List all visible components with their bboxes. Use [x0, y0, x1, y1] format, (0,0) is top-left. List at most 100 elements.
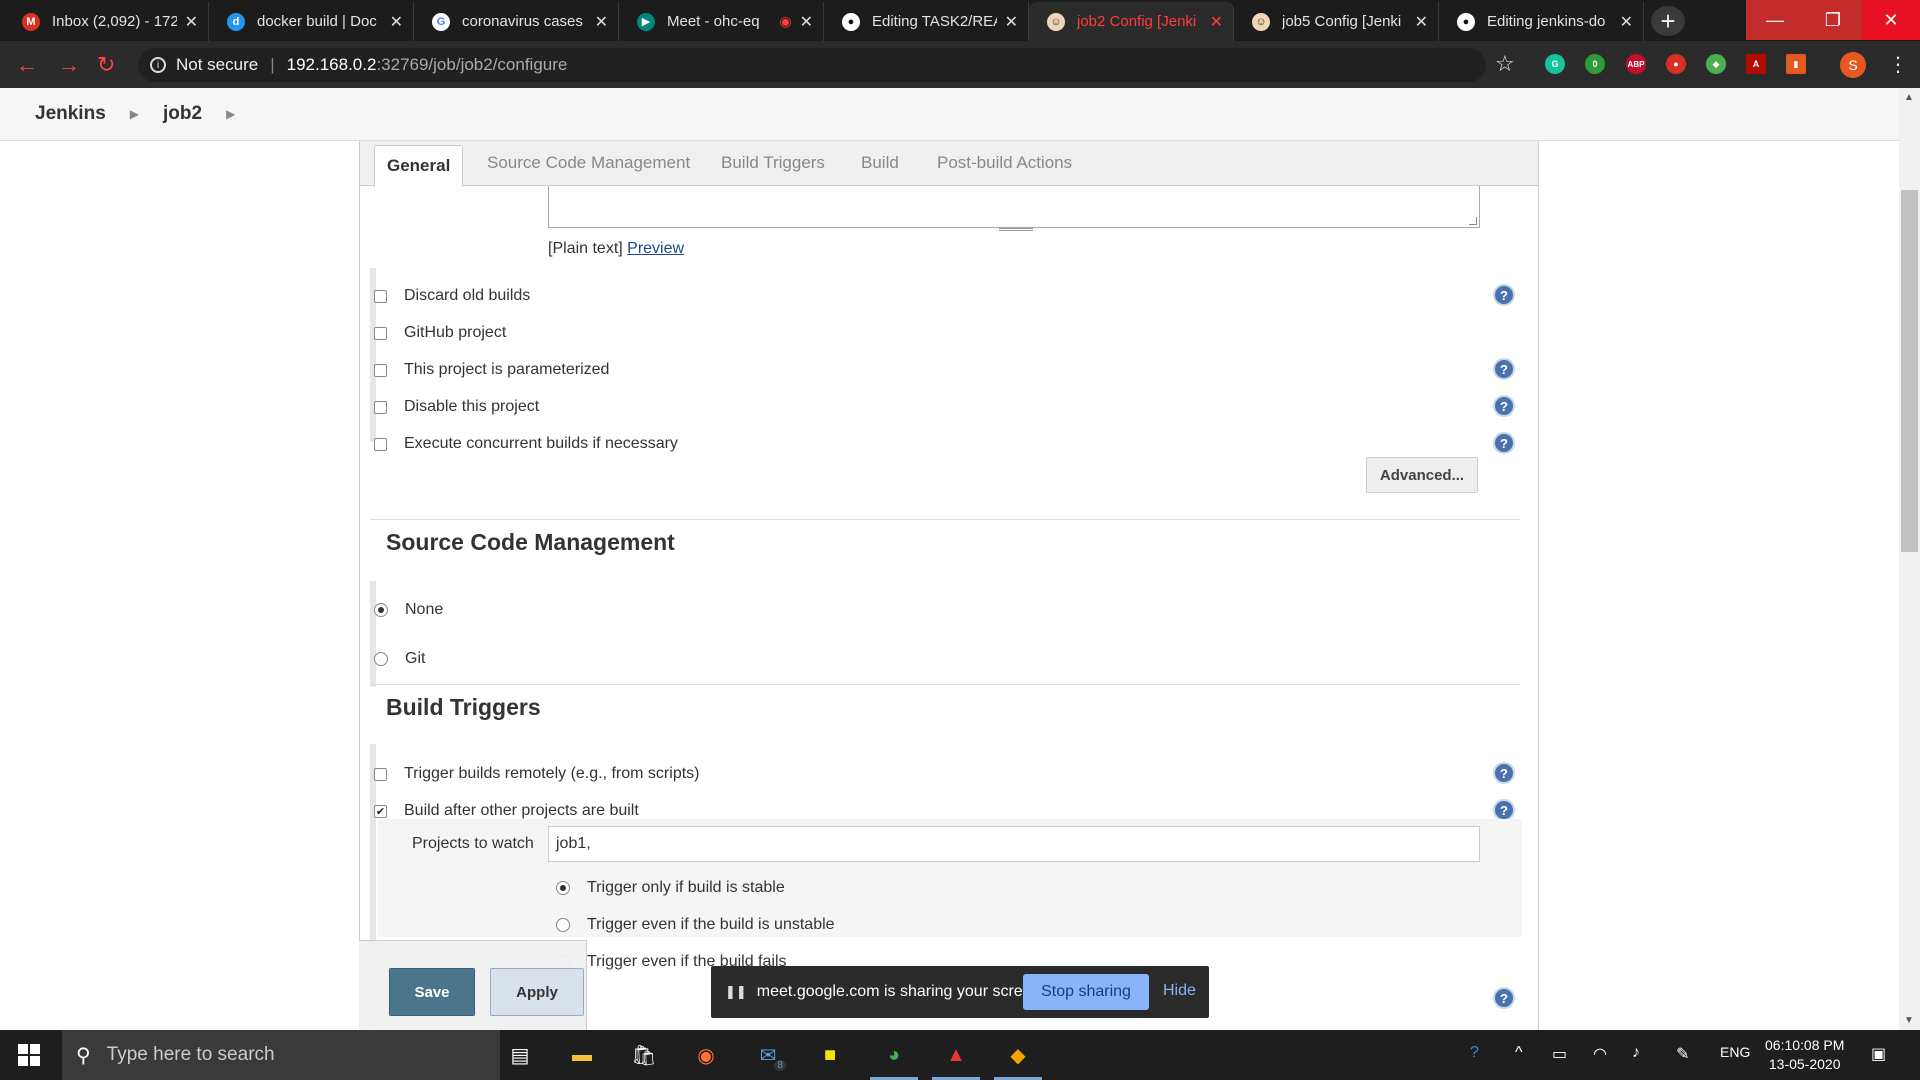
- tab-build-triggers[interactable]: Build Triggers: [721, 153, 825, 173]
- github-project-checkbox[interactable]: [374, 326, 387, 340]
- volume-icon[interactable]: ♪: [1632, 1044, 1640, 1062]
- grammarly-icon[interactable]: G: [1545, 54, 1565, 74]
- help-icon[interactable]: ?: [1493, 762, 1515, 784]
- pdf-extension-icon[interactable]: A: [1746, 54, 1766, 74]
- color-extension-icon[interactable]: ◆: [1706, 54, 1726, 74]
- build-after-other-checkbox[interactable]: ✔: [374, 804, 387, 818]
- option-discard-old-builds[interactable]: Discard old builds: [374, 284, 530, 308]
- scroll-down-icon[interactable]: ▼: [1904, 1015, 1914, 1026]
- parameterized-checkbox[interactable]: [374, 363, 387, 377]
- address-bar[interactable]: i Not secure | 192.168.0.2 :32769/job/jo…: [138, 48, 1486, 82]
- option-github-project[interactable]: GitHub project: [374, 321, 506, 345]
- option-disable-project[interactable]: Disable this project: [374, 395, 539, 419]
- adblock-icon[interactable]: ABP: [1626, 54, 1646, 74]
- notifications-icon[interactable]: ▣: [1871, 1044, 1886, 1064]
- taskbar-search-box[interactable]: ⚲ Type here to search: [62, 1030, 500, 1080]
- scm-git-radio[interactable]: [374, 652, 388, 666]
- apply-button[interactable]: Apply: [490, 968, 584, 1016]
- windows-start-icon[interactable]: [18, 1044, 40, 1066]
- browser-tab[interactable]: G coronavirus cases ✕: [414, 2, 619, 41]
- textarea-grip[interactable]: [999, 228, 1033, 231]
- show-hidden-icons-icon[interactable]: ^: [1515, 1044, 1523, 1062]
- language-indicator[interactable]: ENG: [1720, 1044, 1750, 1060]
- trigger-stable-radio[interactable]: [556, 881, 570, 895]
- help-icon[interactable]: ?: [1493, 284, 1515, 306]
- stats-extension-icon[interactable]: ▮: [1786, 54, 1806, 74]
- close-tab-icon[interactable]: ✕: [1005, 12, 1018, 32]
- scroll-up-icon[interactable]: ▲: [1904, 92, 1914, 103]
- hide-banner-link[interactable]: Hide: [1163, 982, 1196, 1000]
- browser-tab[interactable]: ● Editing jenkins-do ✕: [1439, 2, 1644, 41]
- projects-to-watch-input[interactable]: job1,: [548, 826, 1480, 862]
- resize-handle[interactable]: [1469, 217, 1477, 225]
- chrome-icon[interactable]: ◕: [870, 1039, 918, 1080]
- close-tab-icon[interactable]: ✕: [185, 12, 198, 32]
- back-icon[interactable]: ←: [16, 52, 38, 78]
- trigger-mode-unstable[interactable]: Trigger even if the build is unstable: [556, 913, 835, 937]
- close-tab-icon[interactable]: ✕: [1210, 12, 1223, 32]
- tab-source-code-management[interactable]: Source Code Management: [487, 153, 690, 173]
- tab-post-build-actions[interactable]: Post-build Actions: [937, 153, 1072, 173]
- breadcrumb-arrow-icon[interactable]: ▶: [130, 107, 139, 121]
- close-tab-icon[interactable]: ✕: [800, 12, 813, 32]
- taskbar-clock[interactable]: 06:10:08 PM 13-05-2020: [1765, 1036, 1844, 1074]
- description-textarea[interactable]: [548, 186, 1480, 231]
- help-icon[interactable]: ?: [1493, 987, 1515, 1009]
- discard-old-builds-checkbox[interactable]: [374, 289, 387, 303]
- minimize-icon[interactable]: —: [1746, 0, 1804, 40]
- save-button[interactable]: Save: [389, 968, 475, 1016]
- help-icon[interactable]: ?: [1493, 432, 1515, 454]
- restore-icon[interactable]: ❐: [1804, 0, 1862, 40]
- option-trigger-remotely[interactable]: Trigger builds remotely (e.g., from scri…: [374, 762, 699, 786]
- tab-general[interactable]: General: [374, 145, 464, 187]
- browser-menu-icon[interactable]: ⋮: [1888, 52, 1908, 77]
- browser-tab[interactable]: d docker build | Doc ✕: [209, 2, 414, 41]
- browser-tab[interactable]: M Inbox (2,092) - 172 ✕: [4, 2, 209, 41]
- new-tab-icon[interactable]: +: [1651, 6, 1685, 36]
- close-tab-icon[interactable]: ✕: [390, 12, 403, 32]
- reload-icon[interactable]: ↻: [97, 52, 115, 78]
- git-gui-icon[interactable]: ◆: [994, 1039, 1042, 1080]
- info-icon[interactable]: i: [150, 57, 166, 73]
- bookmark-star-icon[interactable]: ☆: [1495, 51, 1515, 77]
- page-scrollbar[interactable]: ▲ ▼: [1899, 88, 1920, 1030]
- close-tab-icon[interactable]: ✕: [595, 12, 608, 32]
- checker-extension-icon[interactable]: 0: [1585, 54, 1605, 74]
- file-explorer-icon[interactable]: ▬: [566, 1039, 598, 1071]
- battery-icon[interactable]: ▭: [1552, 1044, 1567, 1064]
- close-window-icon[interactable]: ✕: [1862, 0, 1920, 40]
- pen-icon[interactable]: ✎: [1676, 1044, 1689, 1064]
- scm-option-git[interactable]: Git: [374, 647, 425, 671]
- trigger-remotely-checkbox[interactable]: [374, 767, 387, 781]
- browser-tab[interactable]: ☺ job5 Config [Jenki ✕: [1234, 2, 1439, 41]
- help-icon[interactable]: ?: [1493, 395, 1515, 417]
- option-parameterized[interactable]: This project is parameterized: [374, 358, 609, 382]
- profile-avatar[interactable]: S: [1840, 52, 1866, 78]
- sticky-notes-icon[interactable]: ■: [814, 1039, 846, 1071]
- trigger-unstable-radio[interactable]: [556, 918, 570, 932]
- redhat-icon[interactable]: ▲: [932, 1039, 980, 1080]
- preview-link[interactable]: Preview: [627, 240, 684, 257]
- task-view-icon[interactable]: ▤: [504, 1039, 536, 1071]
- wifi-icon[interactable]: ◠: [1593, 1044, 1607, 1064]
- browser-tab[interactable]: ▶ Meet - ohc-eq ◉ ✕: [619, 2, 824, 41]
- trigger-mode-stable[interactable]: Trigger only if build is stable: [556, 876, 785, 900]
- forward-icon[interactable]: →: [58, 52, 80, 78]
- concurrent-builds-checkbox[interactable]: [374, 437, 387, 451]
- firefox-icon[interactable]: ◉: [690, 1039, 722, 1071]
- breadcrumb-arrow-icon[interactable]: ▶: [226, 107, 235, 121]
- stop-sharing-button[interactable]: Stop sharing: [1023, 974, 1149, 1010]
- advanced-button[interactable]: Advanced...: [1366, 457, 1478, 493]
- help-tray-icon[interactable]: ?: [1470, 1044, 1479, 1062]
- disable-project-checkbox[interactable]: [374, 400, 387, 414]
- option-concurrent-builds[interactable]: Execute concurrent builds if necessary: [374, 432, 678, 456]
- mail-icon[interactable]: ✉ 8: [752, 1039, 786, 1071]
- help-icon[interactable]: ?: [1493, 358, 1515, 380]
- scm-option-none[interactable]: None: [374, 598, 443, 622]
- tab-build[interactable]: Build: [861, 153, 899, 173]
- scm-none-radio[interactable]: [374, 603, 388, 617]
- breadcrumb-job-link[interactable]: job2: [163, 103, 202, 125]
- browser-tab[interactable]: ● Editing TASK2/REA ✕: [824, 2, 1029, 41]
- close-tab-icon[interactable]: ✕: [1415, 12, 1428, 32]
- record-extension-icon[interactable]: ●: [1666, 54, 1686, 74]
